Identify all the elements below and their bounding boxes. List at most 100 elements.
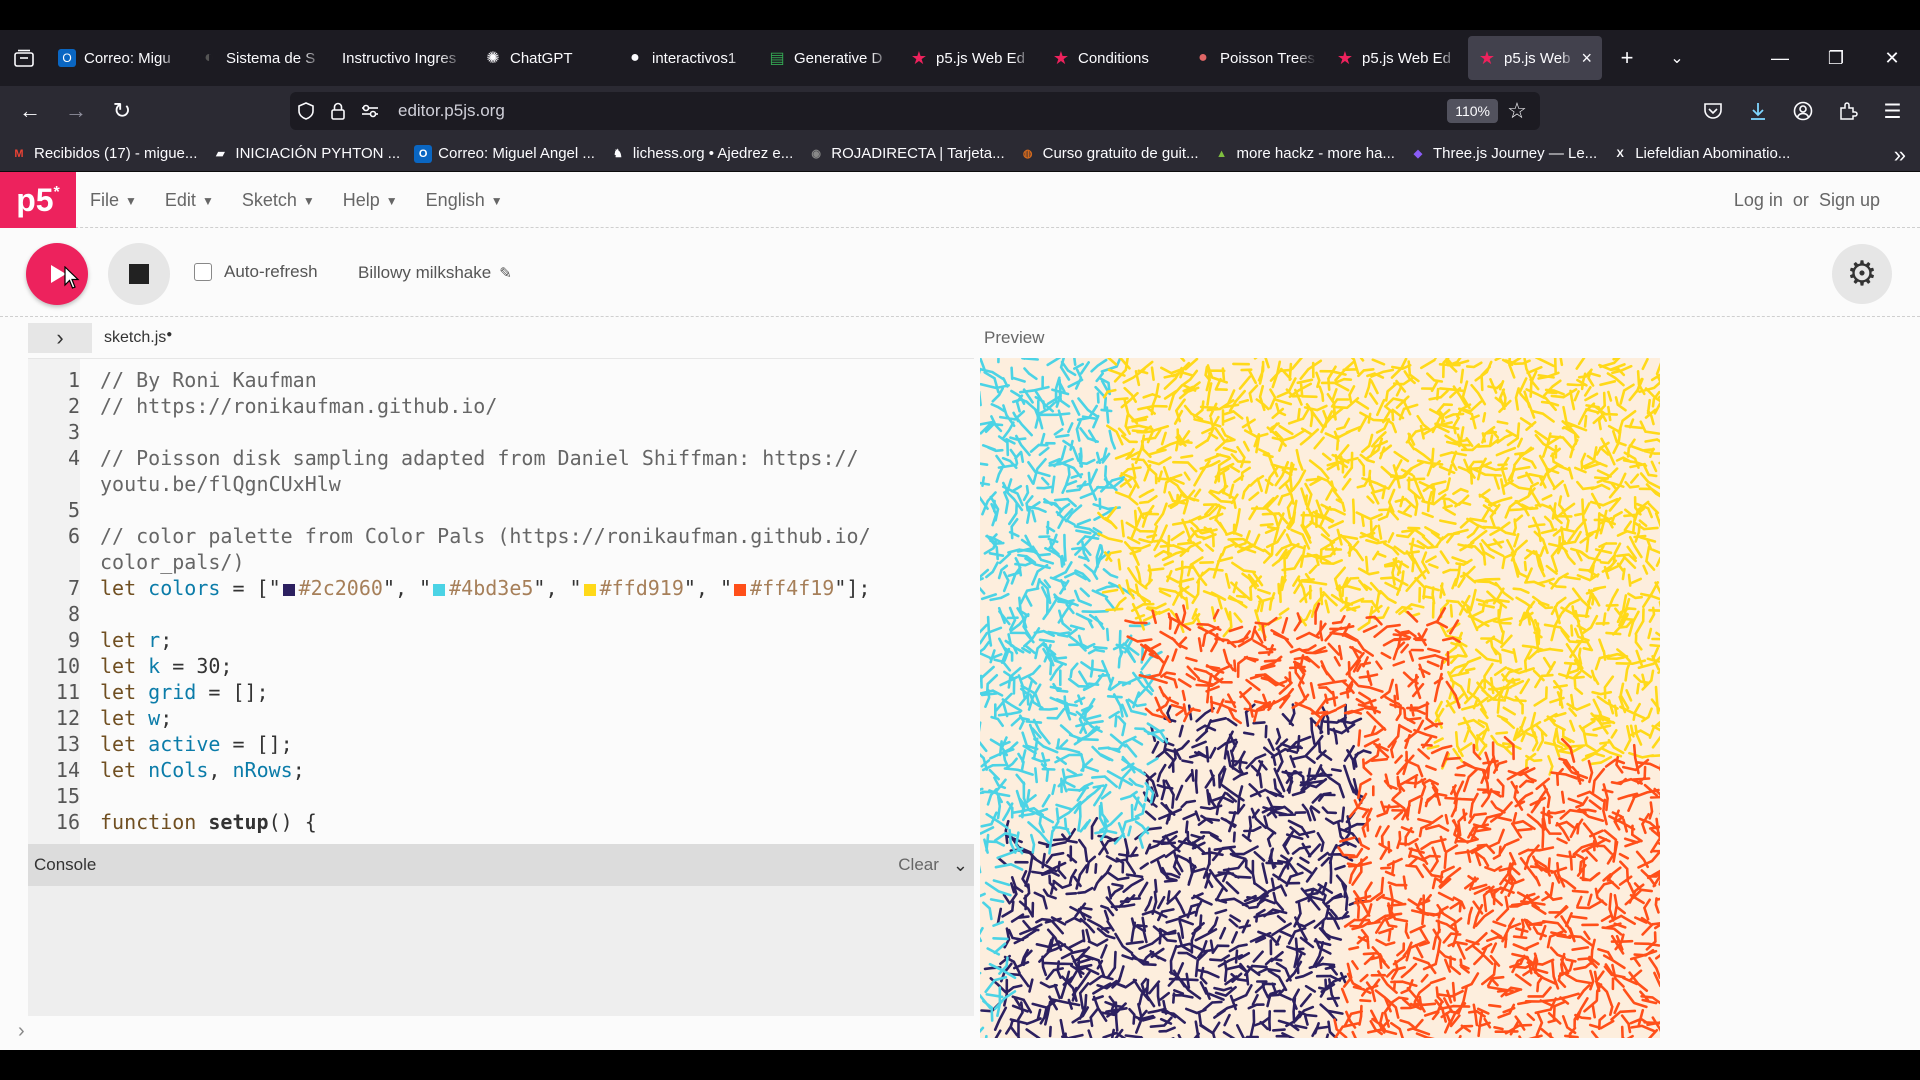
signup-link[interactable]: Sign up [1819, 190, 1880, 211]
browser-tab-bar: O Correo: Migu ◐ Sistema de S Instructivo In… [0, 30, 1920, 86]
bookmark-item[interactable]: ◍ Curso gratuito de guit... [1019, 145, 1199, 163]
bookmark-item[interactable]: ◉ ROJADIRECTA | Tarjeta... [807, 145, 1004, 163]
pencil-icon[interactable]: ✎ [499, 264, 512, 282]
bookmark-item[interactable]: ◆ Three.js Journey — Le... [1409, 145, 1597, 163]
code-editor[interactable]: 1 // By Roni Kaufman 2 // https://ronikaufm… [28, 358, 974, 844]
file-tab[interactable]: sketch.js● [104, 329, 172, 347]
zoom-level-badge[interactable]: 110% [1447, 99, 1498, 123]
browser-tab[interactable]: ▤ Generative D [758, 36, 900, 80]
restore-icon[interactable]: ❐ [1808, 30, 1864, 86]
settings-button[interactable]: ⚙ [1832, 244, 1892, 304]
permissions-icon[interactable] [354, 92, 386, 130]
line-number: 6 [67, 524, 80, 548]
browser-tab[interactable]: ✺ ChatGPT [474, 36, 616, 80]
p5-logo[interactable]: p5 * [0, 172, 76, 228]
browser-tab[interactable]: ★ p5.js Web Ed [900, 36, 1042, 80]
code-text: let w; [100, 706, 173, 730]
sketch-preview-canvas[interactable] [980, 358, 1660, 1038]
downloads-icon[interactable] [1735, 91, 1780, 131]
browser-tab[interactable]: ★ p5.js Web × [1468, 36, 1602, 80]
back-arrow-icon[interactable]: ← [8, 91, 52, 131]
login-link[interactable]: Log in [1734, 190, 1783, 211]
auto-refresh-checkbox[interactable] [194, 263, 212, 281]
console-clear-button[interactable]: Clear [898, 855, 939, 875]
code-line[interactable]: 15 [28, 783, 974, 809]
bookmark-item[interactable]: ♞ lichess.org • Ajedrez e... [609, 145, 793, 163]
code-line[interactable]: 7 let colors = [" #2c2060", " #4bd3e5", " #f… [28, 575, 974, 601]
guitar-icon: ◍ [1022, 148, 1033, 160]
auto-refresh-toggle[interactable]: Auto-refresh [194, 262, 318, 282]
tab-overview-icon[interactable] [0, 30, 48, 86]
console-collapse-chevron-icon[interactable]: ⌄ [953, 855, 968, 876]
shield-icon[interactable] [290, 92, 322, 130]
unsaved-dot-icon: ● [166, 329, 173, 340]
reload-icon[interactable]: ↻ [100, 91, 144, 131]
address-bar[interactable]: editor.p5js.org 110% ☆ [290, 92, 1540, 130]
list-all-tabs-chevron-icon[interactable]: ⌄ [1652, 30, 1702, 86]
stop-icon [129, 264, 149, 284]
code-line[interactable]: 14 let nCols, nRows; [28, 757, 974, 783]
code-line[interactable]: 3 [28, 419, 974, 445]
more-bookmarks-chevron-icon[interactable]: » [1894, 142, 1906, 168]
bookmark-item[interactable]: M Recibidos (17) - migue... [10, 145, 197, 163]
browser-tab[interactable]: ● interactivos1 [616, 36, 758, 80]
line-number: 1 [67, 368, 80, 392]
new-tab-plus-icon[interactable]: + [1602, 30, 1652, 86]
extensions-icon[interactable] [1825, 91, 1870, 131]
hamburger-menu-icon[interactable]: ☰ [1870, 91, 1915, 131]
bookmark-item[interactable]: ▲ more hackz - more ha... [1213, 145, 1395, 163]
browser-tab[interactable]: ● Poisson Trees [1184, 36, 1326, 80]
browser-tab[interactable]: ★ p5.js Web Ed [1326, 36, 1468, 80]
browser-tab[interactable]: ◐ Sistema de S [190, 36, 332, 80]
close-window-icon[interactable]: ✕ [1864, 30, 1920, 86]
code-line[interactable]: 10 let k = 30; [28, 653, 974, 679]
code-line[interactable]: color_pals/) [28, 549, 974, 575]
url-text[interactable]: editor.p5js.org [398, 101, 505, 121]
code-line[interactable]: 12 let w; [28, 705, 974, 731]
sidebar-toggle-chevron-icon[interactable]: › [28, 323, 92, 353]
code-line[interactable]: 8 [28, 601, 974, 627]
code-line[interactable]: 5 [28, 497, 974, 523]
pocket-icon[interactable] [1690, 91, 1735, 131]
stop-button[interactable] [108, 243, 170, 305]
code-line[interactable]: 4 // Poisson disk sampling adapted from D… [28, 445, 974, 471]
code-line[interactable]: 11 let grid = []; [28, 679, 974, 705]
p5-star-icon: ★ [1052, 47, 1070, 68]
sketch-name[interactable]: Billowy milkshake ✎ [358, 263, 512, 283]
code-line[interactable]: 16 function setup() { [28, 809, 974, 835]
browser-tab[interactable]: Instructivo Ingres [332, 36, 474, 80]
close-tab-icon[interactable]: × [1581, 48, 1592, 69]
bookmark-item[interactable]: O Correo: Miguel Angel ... [414, 144, 595, 163]
code-text: let nCols, nRows; [100, 758, 305, 782]
browser-tab-label: ChatGPT [510, 49, 573, 67]
p5-toolbar: Auto-refresh Billowy milkshake ✎ ⚙ [0, 229, 1920, 317]
forward-arrow-icon[interactable]: → [54, 91, 98, 131]
line-number: 2 [67, 394, 80, 418]
account-icon[interactable] [1780, 91, 1825, 131]
browser-tab-label: Generative D [794, 49, 883, 67]
menu-sketch[interactable]: Sketch ▼ [242, 190, 315, 211]
browser-tab[interactable]: ★ Conditions [1042, 36, 1184, 80]
code-line[interactable]: 1 // By Roni Kaufman [28, 367, 974, 393]
code-line[interactable]: 13 let active = []; [28, 731, 974, 757]
code-line[interactable]: 9 let r; [28, 627, 974, 653]
minimize-icon[interactable]: — [1752, 30, 1808, 86]
browser-tab[interactable]: O Correo: Migu [48, 36, 190, 80]
code-line[interactable]: 6 // color palette from Color Pals (https… [28, 523, 974, 549]
bookmark-star-icon[interactable]: ☆ [1502, 96, 1532, 126]
code-line[interactable]: 2 // https://ronikaufman.github.io/ [28, 393, 974, 419]
menu-edit[interactable]: Edit ▼ [165, 190, 214, 211]
bookmark-item[interactable]: ▰ INICIACIÓN PYHTON ... [211, 145, 400, 163]
processing-icon: ● [1198, 49, 1208, 66]
lock-icon[interactable] [322, 92, 354, 130]
menu-english[interactable]: English ▼ [426, 190, 503, 211]
code-text: let active = []; [100, 732, 293, 756]
browser-nav-bar: ← → ↻ editor.p5js.org 110% ☆ ☰ [0, 86, 1920, 136]
console-input[interactable]: › [0, 1016, 946, 1050]
code-line[interactable]: youtu.be/flQgnCUxHlw [28, 471, 974, 497]
menu-file[interactable]: File ▼ [90, 190, 137, 211]
p5-star-icon: ★ [1478, 47, 1496, 68]
line-number: 7 [67, 576, 80, 600]
bookmark-item[interactable]: X Liefeldian Abominatio... [1611, 145, 1791, 163]
menu-help[interactable]: Help ▼ [343, 190, 398, 211]
